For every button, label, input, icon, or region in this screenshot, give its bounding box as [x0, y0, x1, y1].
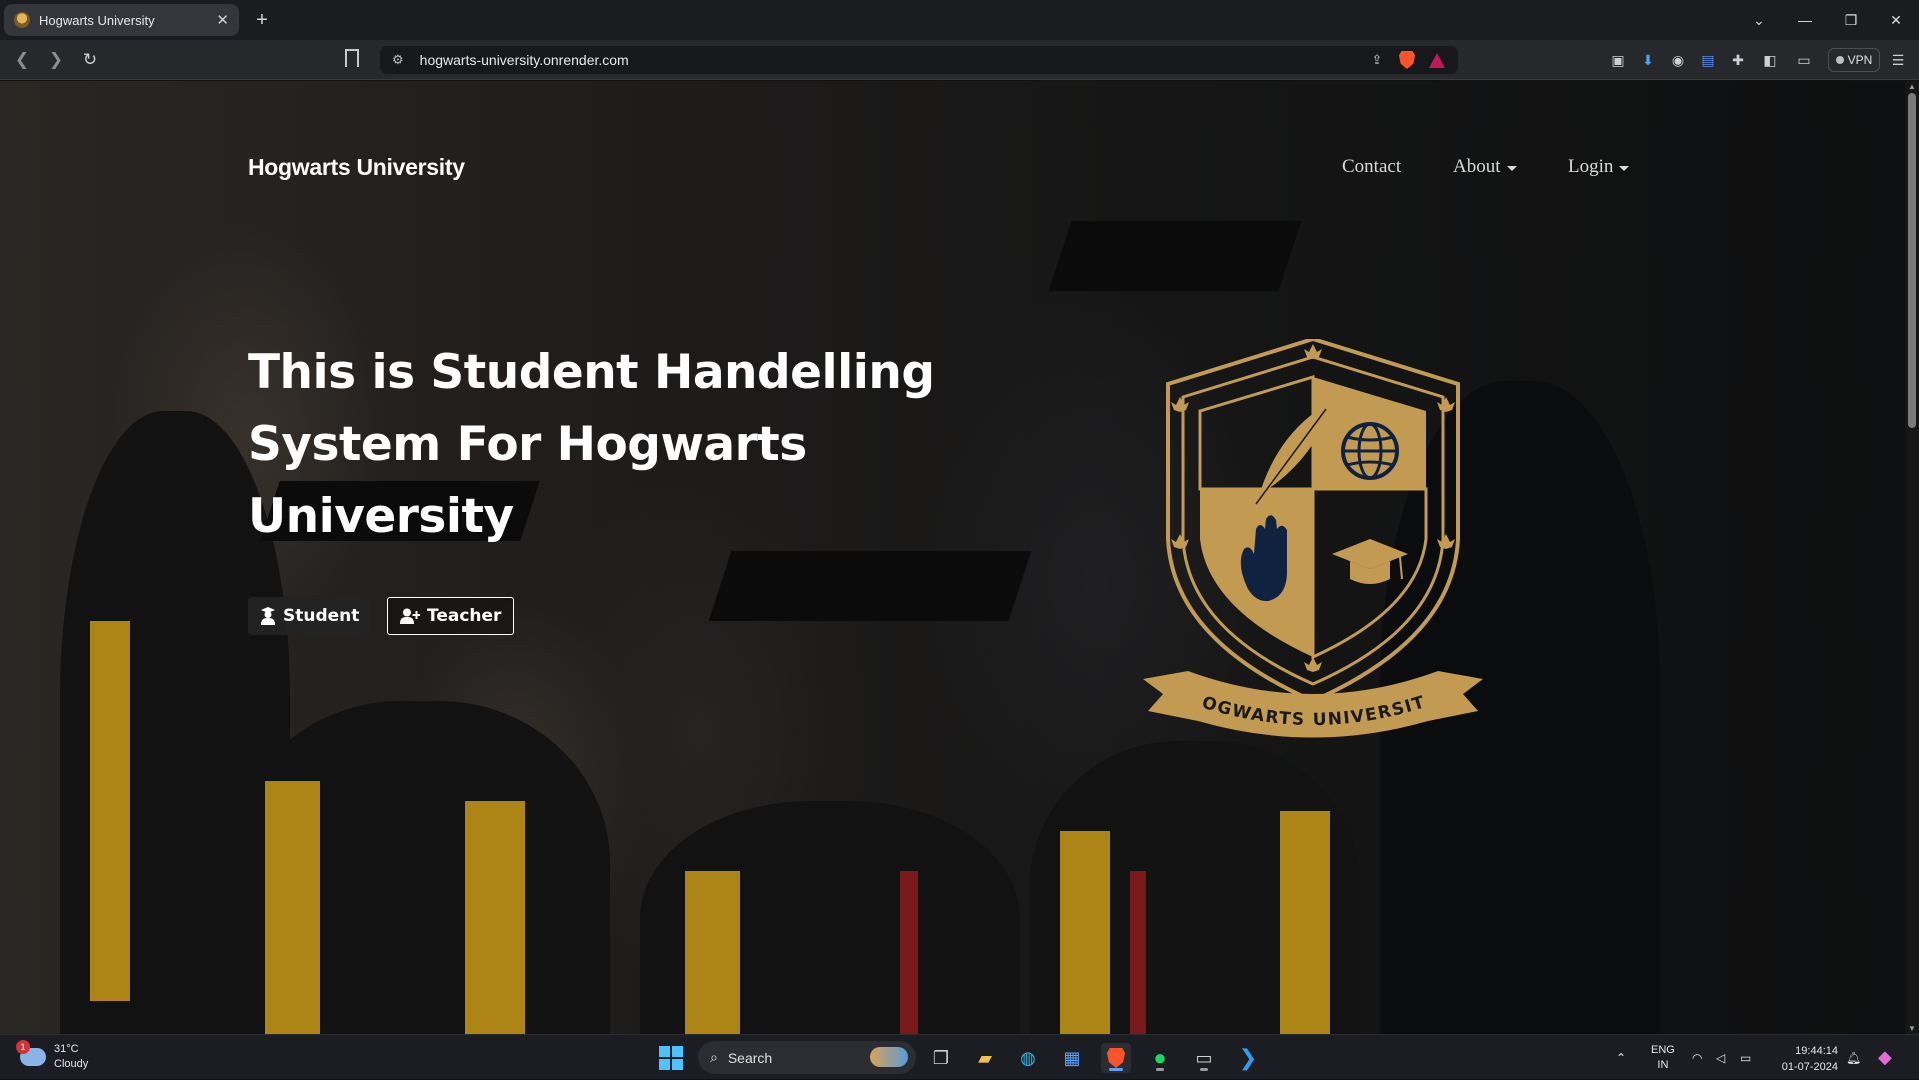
- search-icon: ⌕: [710, 1049, 718, 1065]
- sidebar-toggle-icon[interactable]: ◧: [1760, 50, 1780, 70]
- restore-button[interactable]: ❐: [1828, 0, 1874, 40]
- extension-icon[interactable]: ▣: [1608, 50, 1628, 70]
- volume-icon[interactable]: ◁: [1716, 1035, 1725, 1080]
- weather-desc: Cloudy: [54, 1058, 89, 1070]
- reload-button[interactable]: ↻: [78, 48, 102, 72]
- hero-section: Hogwarts University Contact About Login …: [0, 81, 1905, 1034]
- page-scrollbar[interactable]: ▲ ▼: [1905, 81, 1919, 1034]
- notifications-bell-icon[interactable]: 🔔︎: [1846, 1035, 1861, 1080]
- nav-about-dropdown[interactable]: About: [1453, 156, 1517, 178]
- cloudy-weather-icon: 1: [16, 1040, 46, 1066]
- university-crest-logo: HOGWARTS UNIVERSITY: [1138, 339, 1483, 738]
- caret-down-icon: [1619, 165, 1630, 171]
- site-brand[interactable]: Hogwarts University: [248, 154, 465, 181]
- vscode-icon[interactable]: ❯: [1233, 1043, 1263, 1073]
- bookmark-icon[interactable]: [345, 49, 359, 67]
- search-highlight-icon: [870, 1047, 908, 1067]
- site-settings-icon[interactable]: ⚙: [392, 52, 404, 68]
- address-bar[interactable]: ⚙ hogwarts-university.onrender.com ⇪: [380, 46, 1458, 74]
- close-tab-icon[interactable]: ✕: [216, 13, 229, 28]
- brave-shields-icon[interactable]: [1398, 51, 1416, 69]
- copilot-icon[interactable]: ◆: [1878, 1035, 1892, 1080]
- user-graduate-icon: [261, 607, 275, 625]
- tray-overflow-chevron-icon[interactable]: ⌃: [1616, 1035, 1626, 1080]
- language-indicator[interactable]: ENG IN: [1651, 1035, 1675, 1080]
- microsoft-store-icon[interactable]: ▦: [1057, 1043, 1087, 1073]
- nav-login-label: Login: [1568, 156, 1614, 177]
- nav-contact-label: Contact: [1342, 156, 1402, 177]
- minimize-button[interactable]: —: [1782, 0, 1828, 40]
- vpn-label: VPN: [1847, 53, 1873, 67]
- back-button[interactable]: ❮: [10, 48, 34, 72]
- menu-icon[interactable]: ☰: [1888, 50, 1908, 70]
- wifi-icon[interactable]: ◠: [1692, 1035, 1702, 1080]
- taskbar-search[interactable]: ⌕ Search: [698, 1041, 916, 1074]
- start-button[interactable]: [656, 1043, 686, 1073]
- brave-rewards-icon[interactable]: [1428, 51, 1446, 69]
- windows-taskbar: 1 31°C Cloudy ⌕ Search ❐ ▰ ◍ ▦ ● ▭ ❯ ⌃ E…: [0, 1034, 1919, 1079]
- mouse-extension-icon[interactable]: ◉: [1668, 50, 1688, 70]
- student-button[interactable]: Student: [248, 597, 372, 635]
- windows-logo-icon: [659, 1046, 683, 1070]
- battery-icon[interactable]: ▭: [1740, 1035, 1751, 1080]
- lang-bottom: IN: [1657, 1058, 1669, 1071]
- weather-badge: 1: [16, 1040, 30, 1054]
- caret-down-icon: [1506, 165, 1517, 171]
- teacher-button[interactable]: Teacher: [387, 597, 515, 635]
- student-button-label: Student: [283, 606, 360, 626]
- taskbar-search-label: Search: [727, 1049, 773, 1066]
- browser-toolbar: ❮ ❯ ↻ ⚙ hogwarts-university.onrender.com…: [0, 40, 1919, 80]
- terminal-icon[interactable]: ▭: [1189, 1043, 1219, 1073]
- url-text[interactable]: hogwarts-university.onrender.com: [420, 52, 1356, 68]
- nav-about-label: About: [1453, 156, 1501, 177]
- user-plus-icon: [400, 608, 420, 624]
- lang-top: ENG: [1651, 1043, 1675, 1056]
- task-view-icon[interactable]: ❐: [926, 1043, 956, 1073]
- nav-contact[interactable]: Contact: [1342, 156, 1401, 178]
- forward-button[interactable]: ❯: [44, 48, 68, 72]
- scroll-down-icon[interactable]: ▼: [1908, 1024, 1916, 1033]
- nav-login-dropdown[interactable]: Login: [1568, 156, 1630, 178]
- vpn-status-icon: [1835, 56, 1844, 64]
- vpn-button[interactable]: VPN: [1828, 48, 1880, 72]
- brave-browser-icon[interactable]: [1101, 1043, 1131, 1073]
- share-icon[interactable]: ⇪: [1368, 51, 1386, 69]
- tab-title: Hogwarts University: [39, 12, 155, 28]
- tab-search-chevron-icon[interactable]: ⌄: [1736, 0, 1782, 40]
- edge-icon[interactable]: ◍: [1013, 1043, 1043, 1073]
- site-favicon-icon: [14, 12, 30, 28]
- clock-time: 19:44:14: [1795, 1045, 1838, 1057]
- close-window-button[interactable]: ✕: [1873, 0, 1919, 40]
- browser-tab[interactable]: Hogwarts University ✕: [4, 4, 239, 36]
- wallet-icon[interactable]: ▭: [1794, 50, 1814, 70]
- scroll-up-icon[interactable]: ▲: [1908, 82, 1916, 91]
- hero-title: This is Student Handelling System For Ho…: [248, 345, 935, 544]
- screen-extension-icon[interactable]: ▤: [1698, 50, 1718, 70]
- scrollbar-thumb[interactable]: [1908, 93, 1916, 428]
- taskbar-clock[interactable]: 19:44:14 01-07-2024: [1768, 1043, 1838, 1075]
- weather-temp: 31°C: [54, 1043, 79, 1055]
- extensions-puzzle-icon[interactable]: ✚: [1728, 50, 1748, 70]
- browser-tab-bar: Hogwarts University ✕ + ⌄ — ❐ ✕: [0, 0, 1919, 40]
- file-explorer-icon[interactable]: ▰: [970, 1043, 1000, 1073]
- teacher-button-label: Teacher: [427, 606, 502, 626]
- download-icon[interactable]: ⬇: [1638, 50, 1658, 70]
- clock-date: 01-07-2024: [1781, 1061, 1838, 1073]
- weather-widget[interactable]: 1 31°C Cloudy: [16, 1040, 89, 1072]
- new-tab-button[interactable]: +: [250, 8, 274, 32]
- spotify-icon[interactable]: ●: [1145, 1043, 1175, 1073]
